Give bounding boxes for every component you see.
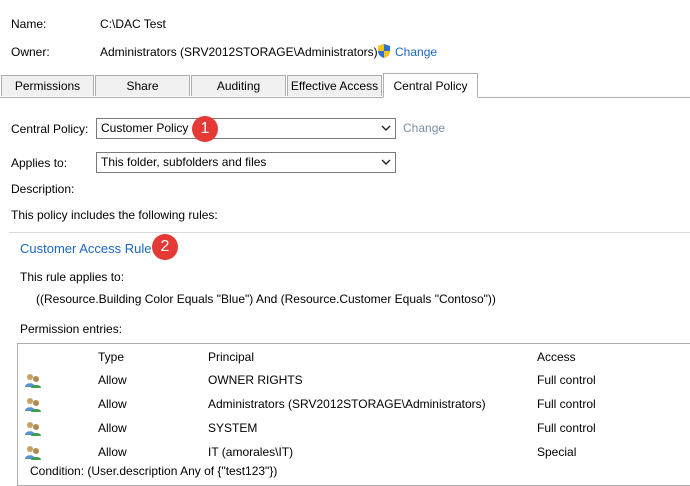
owner-change-link[interactable]: Change [395, 45, 437, 59]
row-type: Allow [98, 445, 127, 459]
column-header-access[interactable]: Access [537, 350, 576, 364]
table-row[interactable]: Allow Administrators (SRV2012STORAGE\Adm… [18, 393, 690, 417]
rules-intro: This policy includes the following rules… [11, 208, 218, 222]
users-icon [24, 396, 42, 412]
dropdown-arrow-icon [381, 153, 391, 172]
row-access: Full control [537, 373, 596, 387]
row-principal: OWNER RIGHTS [208, 373, 303, 387]
row-principal: Administrators (SRV2012STORAGE\Administr… [208, 397, 486, 411]
row-type: Allow [98, 421, 127, 435]
row-type: Allow [98, 373, 127, 387]
central-policy-label: Central Policy: [11, 122, 89, 136]
tab-permissions[interactable]: Permissions [1, 75, 94, 96]
description-label: Description: [11, 182, 75, 196]
table-row[interactable]: Allow OWNER RIGHTS Full control [18, 369, 690, 393]
tab-central-policy[interactable]: Central Policy [383, 73, 478, 98]
owner-value: Administrators (SRV2012STORAGE\Administr… [100, 45, 378, 59]
owner-label: Owner: [11, 45, 50, 59]
central-policy-change-link[interactable]: Change [403, 121, 445, 135]
shield-icon [376, 43, 392, 59]
column-header-type[interactable]: Type [98, 350, 124, 364]
row-principal: IT (amorales\IT) [208, 445, 294, 459]
row-type: Allow [98, 397, 127, 411]
permission-entries-table: Type Principal Access Allow OWNER RIGHTS… [17, 343, 690, 486]
tab-effective-access[interactable]: Effective Access [287, 75, 382, 96]
row-principal: SYSTEM [208, 421, 258, 435]
row-condition: Condition: (User.description Any of {"te… [30, 464, 278, 478]
row-access: Full control [537, 397, 596, 411]
central-policy-value: Customer Policy [101, 121, 189, 135]
callout-badge-1: 1 [192, 116, 218, 142]
tab-auditing[interactable]: Auditing [191, 75, 286, 96]
callout-badge-2: 2 [152, 234, 178, 260]
users-icon [24, 372, 42, 388]
row-access: Special [537, 445, 577, 459]
dropdown-arrow-icon [381, 119, 391, 138]
tab-strip-divider [0, 97, 690, 98]
table-row[interactable]: Allow IT (amorales\IT) Special [18, 441, 690, 465]
rule-applies-label: This rule applies to: [20, 270, 125, 284]
name-label: Name: [11, 17, 47, 31]
permission-entries-label: Permission entries: [20, 322, 123, 336]
section-divider [9, 232, 690, 233]
users-icon [24, 444, 42, 460]
applies-to-value: This folder, subfolders and files [101, 155, 267, 169]
users-icon [24, 420, 42, 436]
name-value: C:\DAC Test [100, 17, 166, 31]
applies-to-label: Applies to: [11, 156, 68, 170]
rule-expression: ((Resource.Building Color Equals "Blue")… [36, 292, 496, 306]
central-policy-select[interactable]: Customer Policy [96, 118, 396, 139]
column-header-principal[interactable]: Principal [208, 350, 254, 364]
rule-name-link[interactable]: Customer Access Rule [20, 241, 152, 256]
row-access: Full control [537, 421, 596, 435]
table-row[interactable]: Allow SYSTEM Full control [18, 417, 690, 441]
tab-share[interactable]: Share [95, 75, 190, 96]
applies-to-select[interactable]: This folder, subfolders and files [96, 152, 396, 173]
